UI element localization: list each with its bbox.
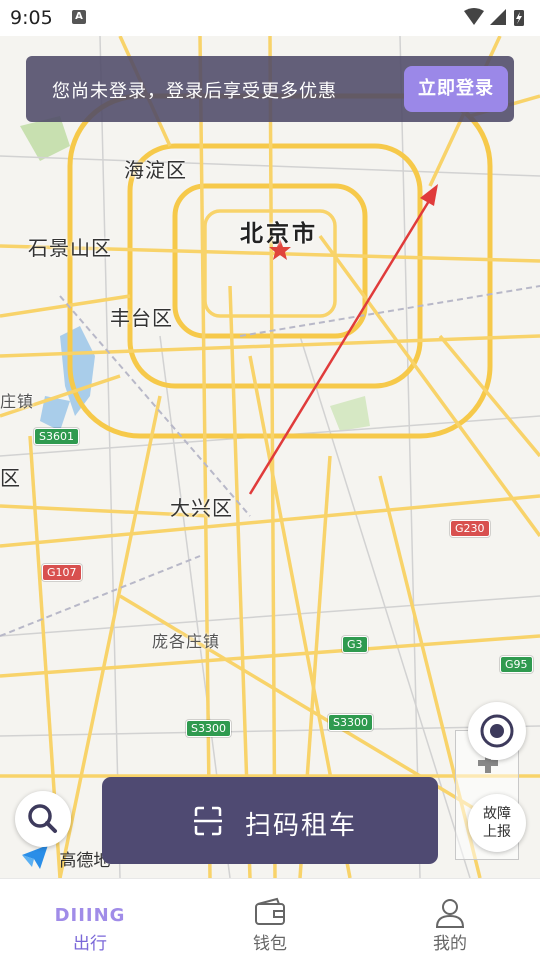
notification-icon: A (72, 10, 86, 24)
scan-button-label: 扫码租车 (245, 811, 358, 841)
map-label-pangezhuang: 庞各庄镇 (152, 632, 221, 651)
tab-travel[interactable]: DIIING 出行 (30, 879, 150, 961)
search-icon (28, 804, 57, 833)
locate-button[interactable] (468, 702, 526, 760)
road-shield-s3300-a: S3300 (186, 720, 231, 737)
tab-mine[interactable]: 我的 (390, 879, 510, 961)
signal-icon (490, 9, 506, 25)
road-shield-g95: G95 (500, 656, 533, 673)
tab-mine-label: 我的 (433, 934, 467, 954)
road-shield-s3601: S3601 (34, 428, 79, 445)
map-label-zhen: 庄镇 (0, 392, 35, 411)
status-icons (464, 8, 524, 26)
road-shield-s3300-b: S3300 (328, 714, 373, 731)
tab-travel-label: 出行 (73, 934, 107, 954)
locate-icon (480, 714, 514, 748)
scan-icon (194, 806, 222, 836)
map-label-fengtai: 丰台区 (110, 306, 173, 330)
bottom-tab-bar: DIIING 出行 钱包 我的 (0, 878, 540, 961)
map-label-qu: 区 (0, 466, 21, 490)
map-label-haidian: 海淀区 (124, 158, 187, 182)
login-banner: 您尚未登录，登录后享受更多优惠 立即登录 (26, 56, 514, 122)
wallet-icon (255, 897, 285, 925)
road-shield-g3: G3 (342, 636, 368, 653)
report-label-line2: 上报 (483, 824, 511, 840)
user-icon (435, 899, 465, 928)
wifi-icon (464, 8, 484, 25)
scan-to-rent-button[interactable]: 扫码租车 (102, 777, 438, 864)
status-time: 9:05 (10, 7, 53, 29)
map-label-shijingshan: 石景山区 (28, 236, 112, 260)
status-bar: 9:05 A (0, 0, 540, 36)
map-attribution: 高德地 (20, 843, 110, 874)
login-prompt-text: 您尚未登录，登录后享受更多优惠 (52, 81, 337, 102)
report-label-line1: 故障 (483, 806, 511, 822)
map-label-daxing: 大兴区 (170, 496, 233, 520)
road-shield-g230: G230 (450, 520, 490, 537)
svg-text:DIIING: DIIING (55, 905, 126, 926)
search-button[interactable] (15, 791, 71, 847)
diiing-logo-icon: DIIING (55, 905, 126, 926)
fault-report-button[interactable]: 故障 上报 (468, 794, 526, 852)
map-label-beijing: 北京市 (240, 221, 318, 247)
tab-wallet-label: 钱包 (253, 934, 287, 954)
tab-wallet[interactable]: 钱包 (210, 879, 330, 961)
login-button[interactable]: 立即登录 (404, 66, 508, 112)
road-shield-g107: G107 (42, 564, 82, 581)
